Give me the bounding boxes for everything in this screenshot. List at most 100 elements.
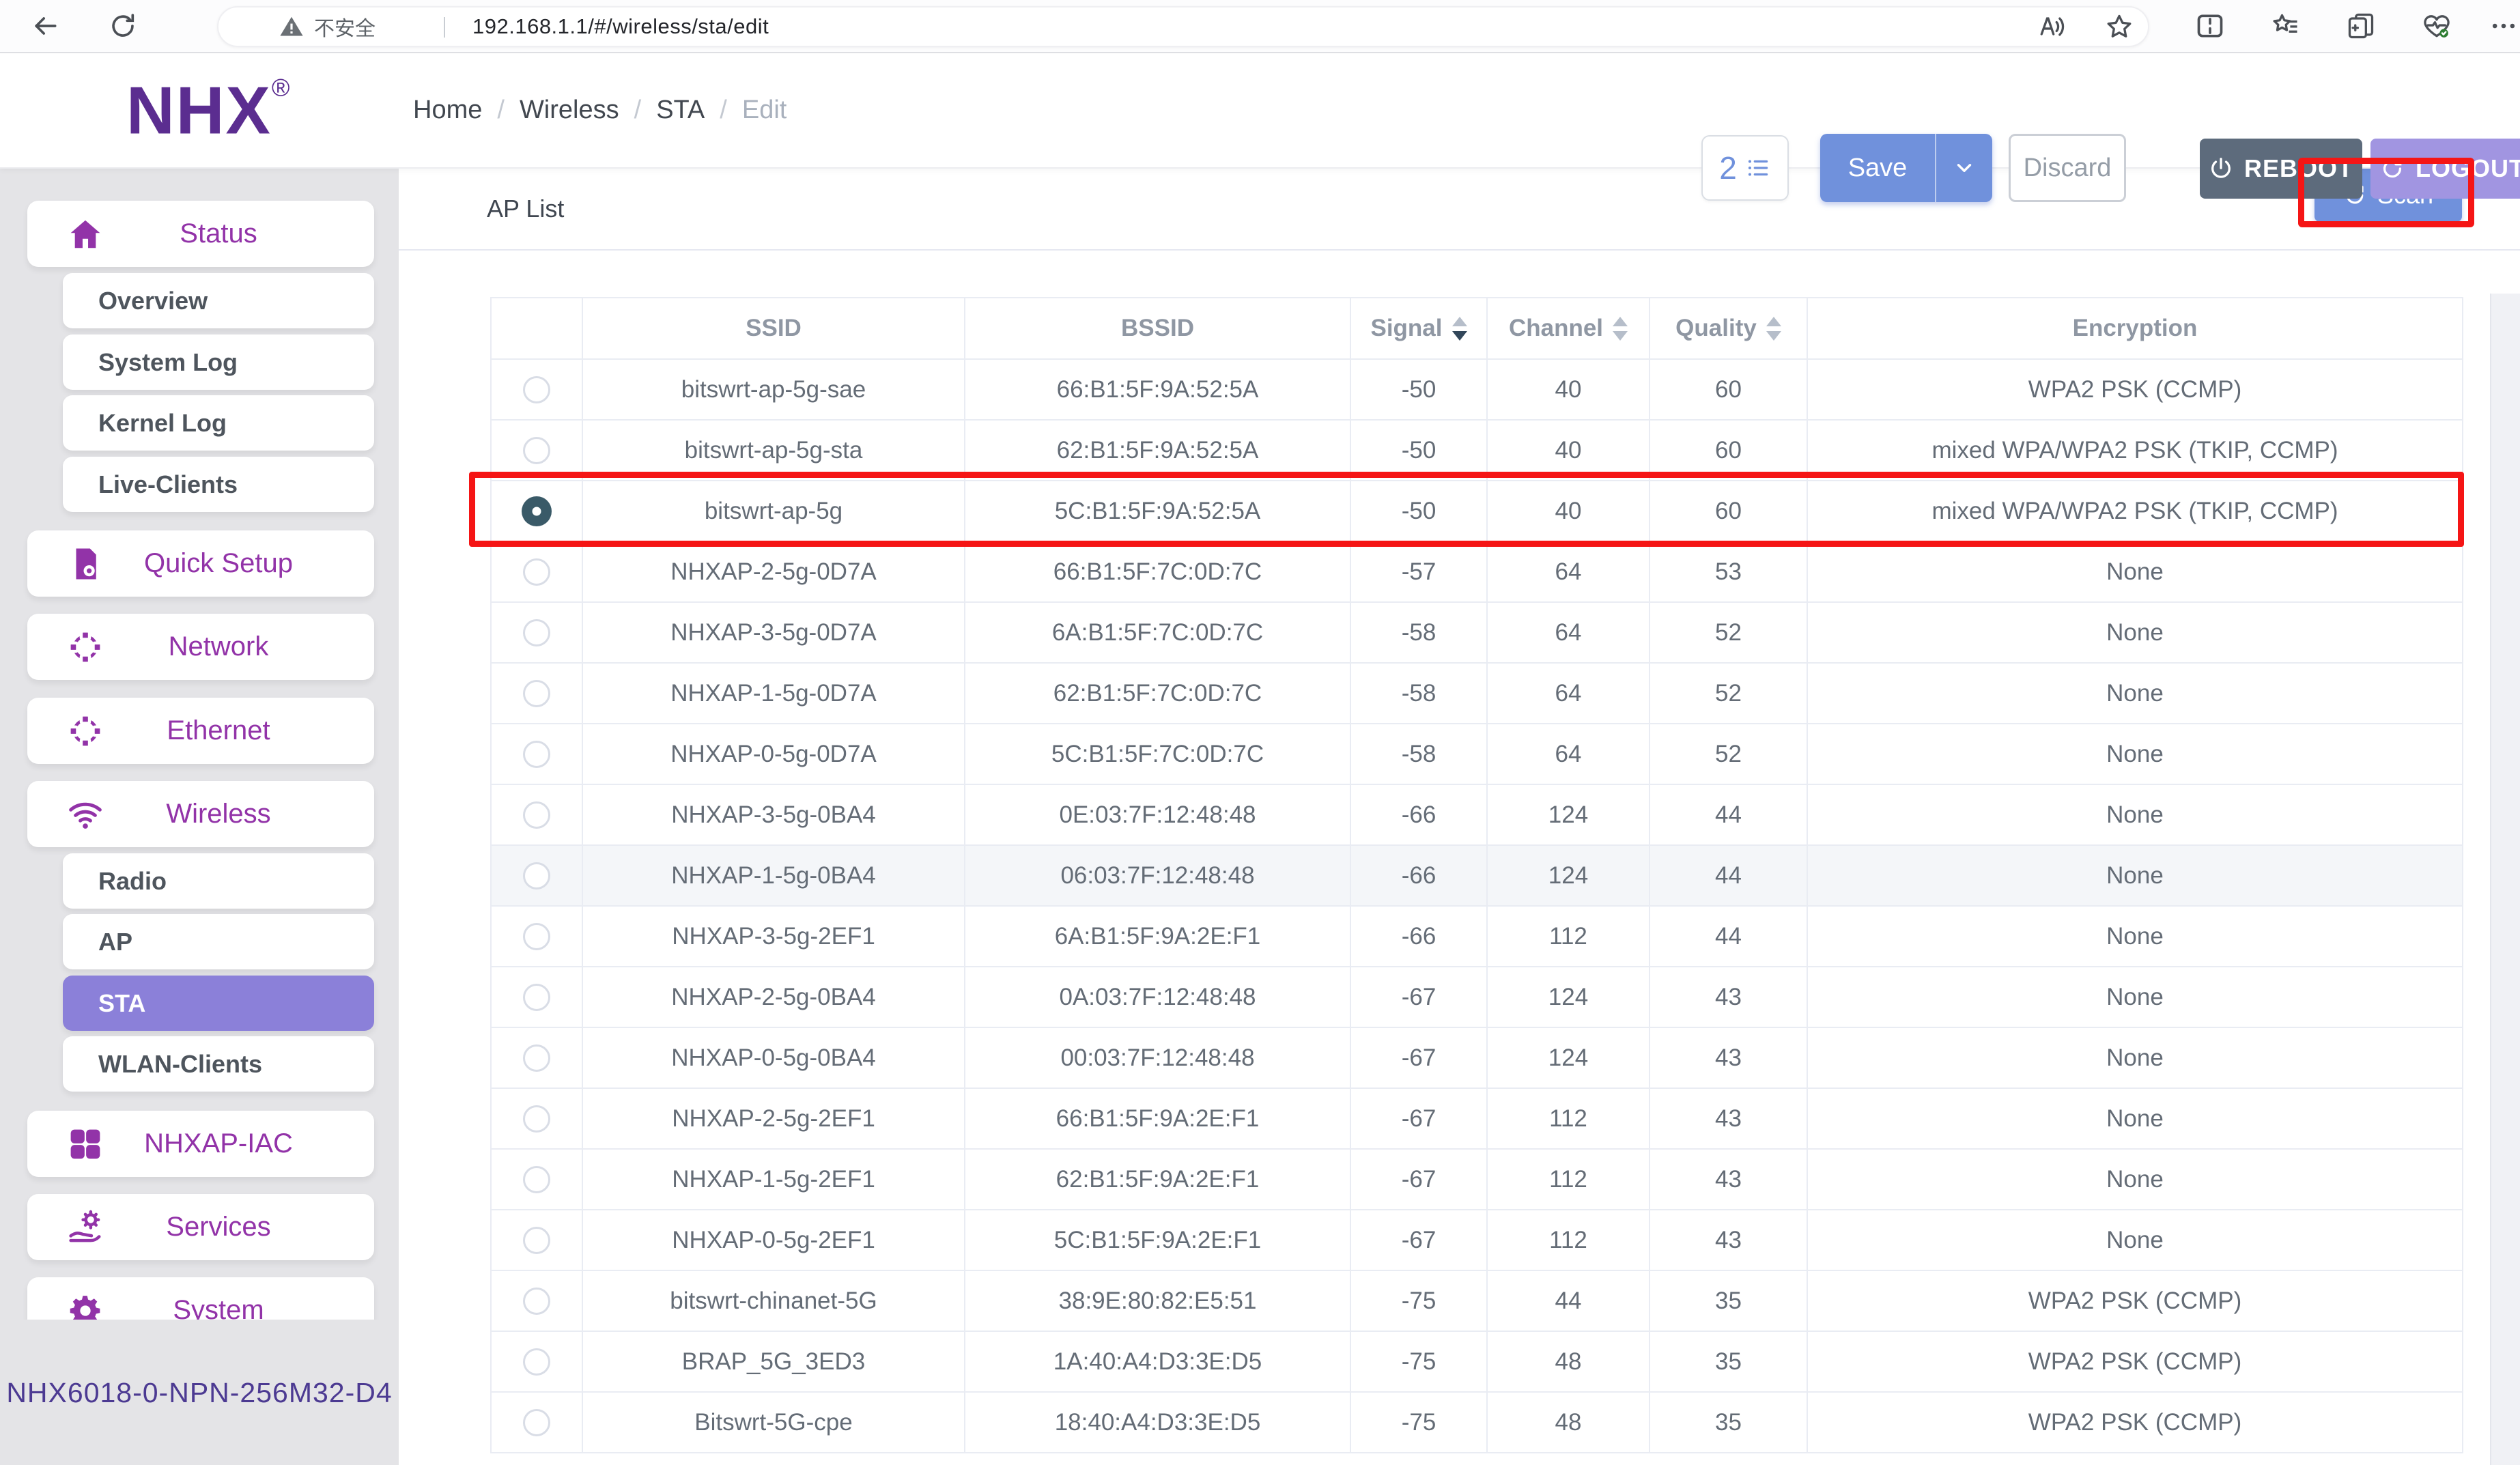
sidebar-item-ap[interactable]: AP (63, 914, 374, 969)
row-radio[interactable] (523, 558, 550, 586)
row-radio[interactable] (523, 801, 550, 829)
row-radio[interactable] (523, 1227, 550, 1254)
row-radio[interactable] (523, 680, 550, 707)
split-screen-icon[interactable] (2195, 11, 2225, 41)
favorites-list-icon[interactable] (2271, 11, 2301, 41)
column-header-quality[interactable]: Quality (1650, 298, 1807, 359)
save-dropdown-button[interactable] (1935, 134, 1992, 202)
row-radio[interactable] (523, 1166, 550, 1193)
table-row[interactable]: NHXAP-3-5g-2EF16A:B1:5F:9A:2E:F1-6611244… (491, 906, 2463, 967)
row-radio[interactable] (523, 923, 550, 950)
reload-icon[interactable] (108, 11, 138, 41)
table-row[interactable]: NHXAP-2-5g-0D7A66:B1:5F:7C:0D:7C-576453N… (491, 541, 2463, 602)
read-aloud-icon[interactable] (2036, 12, 2066, 42)
sidebar-item-sta[interactable]: STA (63, 976, 374, 1031)
cell-channel: 48 (1487, 1392, 1650, 1453)
sidebar-item-wlan-clients[interactable]: WLAN-Clients (63, 1036, 374, 1092)
table-row[interactable]: NHXAP-0-5g-0D7A5C:B1:5F:7C:0D:7C-586452N… (491, 724, 2463, 784)
cell-signal: -57 (1350, 541, 1487, 602)
column-header-signal[interactable]: Signal (1350, 298, 1487, 359)
table-row[interactable]: NHXAP-2-5g-0BA40A:03:7F:12:48:48-6712443… (491, 967, 2463, 1027)
back-icon[interactable] (30, 11, 60, 41)
discard-button[interactable]: Discard (2009, 134, 2126, 202)
sort-arrows-icon[interactable] (1766, 317, 1781, 341)
breadcrumb-separator: / (634, 96, 642, 125)
table-row[interactable]: bitswrt-ap-5g-sae66:B1:5F:9A:52:5A-50406… (491, 359, 2463, 420)
table-row[interactable]: Bitswrt-5G-cpe18:40:A4:D3:3E:D5-754835WP… (491, 1392, 2463, 1453)
scrollbar-track[interactable] (2490, 294, 2520, 1465)
breadcrumb-item-home[interactable]: Home (413, 96, 482, 125)
table-row[interactable]: NHXAP-1-5g-2EF162:B1:5F:9A:2E:F1-6711243… (491, 1149, 2463, 1210)
sort-arrows-icon[interactable] (1452, 317, 1467, 341)
more-icon[interactable] (2489, 11, 2519, 41)
cell-bssid: 6A:B1:5F:7C:0D:7C (965, 602, 1350, 663)
row-radio[interactable] (523, 1409, 550, 1436)
row-radio[interactable] (523, 741, 550, 768)
collections-icon[interactable] (2346, 11, 2376, 41)
row-radio[interactable] (523, 1288, 550, 1315)
sidebar-item-label: Services (104, 1212, 354, 1242)
column-header-channel[interactable]: Channel (1487, 298, 1650, 359)
cell-bssid: 5C:B1:5F:9A:52:5A (965, 481, 1350, 541)
logout-label: LOGOUT (2416, 154, 2520, 183)
row-radio[interactable] (523, 376, 550, 403)
cell-ssid: bitswrt-ap-5g (582, 481, 965, 541)
row-radio[interactable] (523, 1044, 550, 1072)
sidebar-item-label: Radio (98, 867, 167, 896)
table-row[interactable]: bitswrt-chinanet-5G38:9E:80:82:E5:51-754… (491, 1270, 2463, 1331)
row-radio[interactable] (523, 862, 550, 890)
sidebar-item-services[interactable]: Services (27, 1194, 374, 1260)
grid-icon (67, 1126, 104, 1163)
sidebar-item-overview[interactable]: Overview (63, 273, 374, 328)
sidebar-item-radio[interactable]: Radio (63, 853, 374, 909)
favorite-star-icon[interactable] (2104, 12, 2134, 42)
sidebar-item-system[interactable]: System (27, 1277, 374, 1320)
cell-encryption: None (1807, 967, 2463, 1027)
table-row[interactable]: NHXAP-3-5g-0BA40E:03:7F:12:48:48-6612444… (491, 784, 2463, 845)
table-row[interactable]: bitswrt-ap-5g5C:B1:5F:9A:52:5A-504060mix… (491, 481, 2463, 541)
sidebar-item-wireless[interactable]: Wireless (27, 781, 374, 847)
sidebar-item-status[interactable]: Status (27, 201, 374, 267)
column-label: Signal (1370, 315, 1442, 342)
table-row[interactable]: bitswrt-ap-5g-sta62:B1:5F:9A:52:5A-50406… (491, 420, 2463, 481)
table-row[interactable]: NHXAP-1-5g-0BA406:03:7F:12:48:48-6612444… (491, 845, 2463, 906)
row-radio[interactable] (523, 437, 550, 464)
table-row[interactable]: BRAP_5G_3ED31A:40:A4:D3:3E:D5-754835WPA2… (491, 1331, 2463, 1392)
table-row[interactable]: NHXAP-0-5g-2EF15C:B1:5F:9A:2E:F1-6711243… (491, 1210, 2463, 1270)
breadcrumb-item-wireless[interactable]: Wireless (520, 96, 619, 125)
reboot-button[interactable]: REBOOT (2200, 139, 2362, 199)
network-icon (67, 629, 104, 666)
save-button[interactable]: Save (1820, 134, 1935, 202)
table-row[interactable]: NHXAP-3-5g-0D7A6A:B1:5F:7C:0D:7C-586452N… (491, 602, 2463, 663)
address-bar[interactable]: 不安全 192.168.1.1/#/wireless/sta/edit (217, 6, 2149, 47)
cell-quality: 43 (1650, 1149, 1807, 1210)
row-radio[interactable] (523, 984, 550, 1011)
cell-channel: 112 (1487, 1210, 1650, 1270)
sidebar-item-ethernet[interactable]: Ethernet (27, 698, 374, 764)
table-row[interactable]: NHXAP-1-5g-0D7A62:B1:5F:7C:0D:7C-586452N… (491, 663, 2463, 724)
network-icon (67, 713, 104, 750)
table-row[interactable]: NHXAP-0-5g-0BA400:03:7F:12:48:48-6712443… (491, 1027, 2463, 1088)
logout-button[interactable]: LOGOUT (2370, 139, 2520, 199)
security-chip[interactable]: 不安全 (279, 12, 376, 42)
browser-essentials-icon[interactable] (2422, 11, 2452, 41)
pending-changes-badge[interactable]: 2 (1701, 135, 1789, 201)
table-row[interactable]: NHXAP-2-5g-2EF166:B1:5F:9A:2E:F1-6711243… (491, 1088, 2463, 1149)
sidebar-item-quick-setup[interactable]: Quick Setup (27, 530, 374, 597)
cell-bssid: 62:B1:5F:7C:0D:7C (965, 663, 1350, 724)
sidebar-item-system-log[interactable]: System Log (63, 335, 374, 390)
breadcrumb-item-sta[interactable]: STA (656, 96, 705, 125)
cell-ssid: NHXAP-2-5g-0D7A (582, 541, 965, 602)
main-content: AP List Scan SSIDBSSIDSignalChannelQuali… (399, 169, 2520, 1465)
sidebar-item-kernel-log[interactable]: Kernel Log (63, 395, 374, 451)
sidebar-item-network[interactable]: Network (27, 614, 374, 680)
cell-quality: 35 (1650, 1331, 1807, 1392)
sidebar-item-nhxap-iac[interactable]: NHXAP-IAC (27, 1111, 374, 1177)
cell-ssid: bitswrt-chinanet-5G (582, 1270, 965, 1331)
row-radio[interactable] (523, 1348, 550, 1376)
row-radio-selected[interactable] (522, 496, 552, 526)
row-radio[interactable] (523, 619, 550, 646)
sort-arrows-icon[interactable] (1613, 317, 1628, 341)
row-radio[interactable] (523, 1105, 550, 1133)
sidebar-item-live-clients[interactable]: Live-Clients (63, 457, 374, 512)
